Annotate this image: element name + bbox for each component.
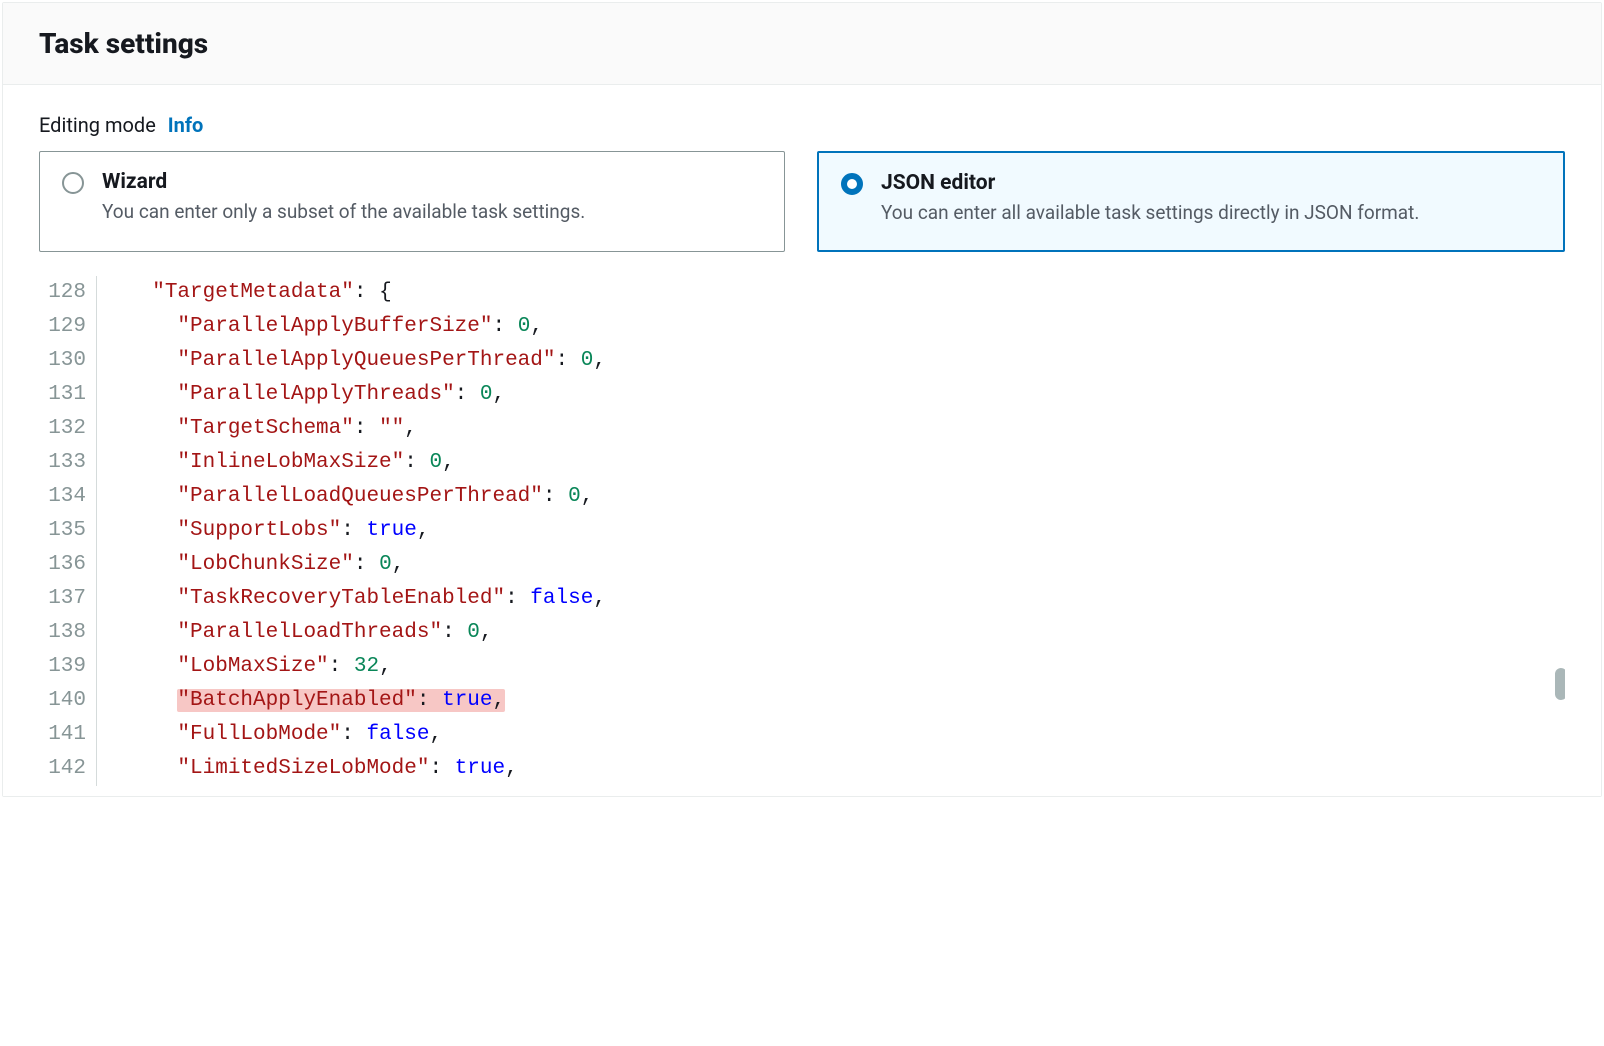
line-number: 130 xyxy=(39,344,86,378)
panel-body: Editing mode Info Wizard You can enter o… xyxy=(3,85,1601,796)
line-number: 140 xyxy=(39,684,86,718)
code-line[interactable]: "ParallelApplyThreads": 0, xyxy=(127,378,1565,412)
line-number-gutter: 1281291301311321331341351361371381391401… xyxy=(39,276,97,786)
code-line[interactable]: "ParallelLoadQueuesPerThread": 0, xyxy=(127,480,1565,514)
code-line[interactable]: "TaskRecoveryTableEnabled": false, xyxy=(127,582,1565,616)
line-number: 138 xyxy=(39,616,86,650)
json-editor-option-content: JSON editor You can enter all available … xyxy=(881,171,1541,228)
radio-icon xyxy=(62,172,84,194)
panel-title: Task settings xyxy=(39,27,1565,60)
line-number: 133 xyxy=(39,446,86,480)
line-number: 129 xyxy=(39,310,86,344)
code-line[interactable]: "ParallelApplyQueuesPerThread": 0, xyxy=(127,344,1565,378)
task-settings-panel: Task settings Editing mode Info Wizard Y… xyxy=(2,2,1602,797)
code-content[interactable]: "TargetMetadata": { "ParallelApplyBuffer… xyxy=(97,276,1565,786)
wizard-option-title: Wizard xyxy=(102,170,762,194)
line-number: 142 xyxy=(39,752,86,786)
line-number: 128 xyxy=(39,276,86,310)
code-line[interactable]: "LimitedSizeLobMode": true, xyxy=(127,752,1565,786)
panel-header: Task settings xyxy=(3,3,1601,85)
line-number: 141 xyxy=(39,718,86,752)
wizard-option-content: Wizard You can enter only a subset of th… xyxy=(102,170,762,227)
scrollbar-thumb[interactable] xyxy=(1555,668,1565,700)
wizard-option[interactable]: Wizard You can enter only a subset of th… xyxy=(39,151,785,252)
info-link[interactable]: Info xyxy=(168,113,204,137)
line-number: 137 xyxy=(39,582,86,616)
wizard-option-desc: You can enter only a subset of the avail… xyxy=(102,198,762,227)
line-number: 132 xyxy=(39,412,86,446)
editing-mode-label: Editing mode xyxy=(39,113,156,137)
code-line[interactable]: "TargetMetadata": { xyxy=(127,276,1565,310)
editing-mode-options: Wizard You can enter only a subset of th… xyxy=(39,151,1565,252)
editing-mode-row: Editing mode Info xyxy=(39,113,1565,137)
code-line[interactable]: "TargetSchema": "", xyxy=(127,412,1565,446)
line-number: 131 xyxy=(39,378,86,412)
json-editor-option[interactable]: JSON editor You can enter all available … xyxy=(817,151,1565,252)
code-line[interactable]: "LobMaxSize": 32, xyxy=(127,650,1565,684)
code-line[interactable]: "LobChunkSize": 0, xyxy=(127,548,1565,582)
line-number: 136 xyxy=(39,548,86,582)
line-number: 134 xyxy=(39,480,86,514)
code-line[interactable]: "FullLobMode": false, xyxy=(127,718,1565,752)
code-line[interactable]: "ParallelApplyBufferSize": 0, xyxy=(127,310,1565,344)
code-line[interactable]: "InlineLobMaxSize": 0, xyxy=(127,446,1565,480)
code-line[interactable]: "BatchApplyEnabled": true, xyxy=(127,684,1565,718)
radio-icon xyxy=(841,173,863,195)
code-line[interactable]: "ParallelLoadThreads": 0, xyxy=(127,616,1565,650)
code-line[interactable]: "SupportLobs": true, xyxy=(127,514,1565,548)
json-editor-area[interactable]: 1281291301311321331341351361371381391401… xyxy=(39,276,1565,786)
json-editor-option-desc: You can enter all available task setting… xyxy=(881,199,1541,228)
json-editor-option-title: JSON editor xyxy=(881,171,1541,195)
line-number: 139 xyxy=(39,650,86,684)
line-number: 135 xyxy=(39,514,86,548)
